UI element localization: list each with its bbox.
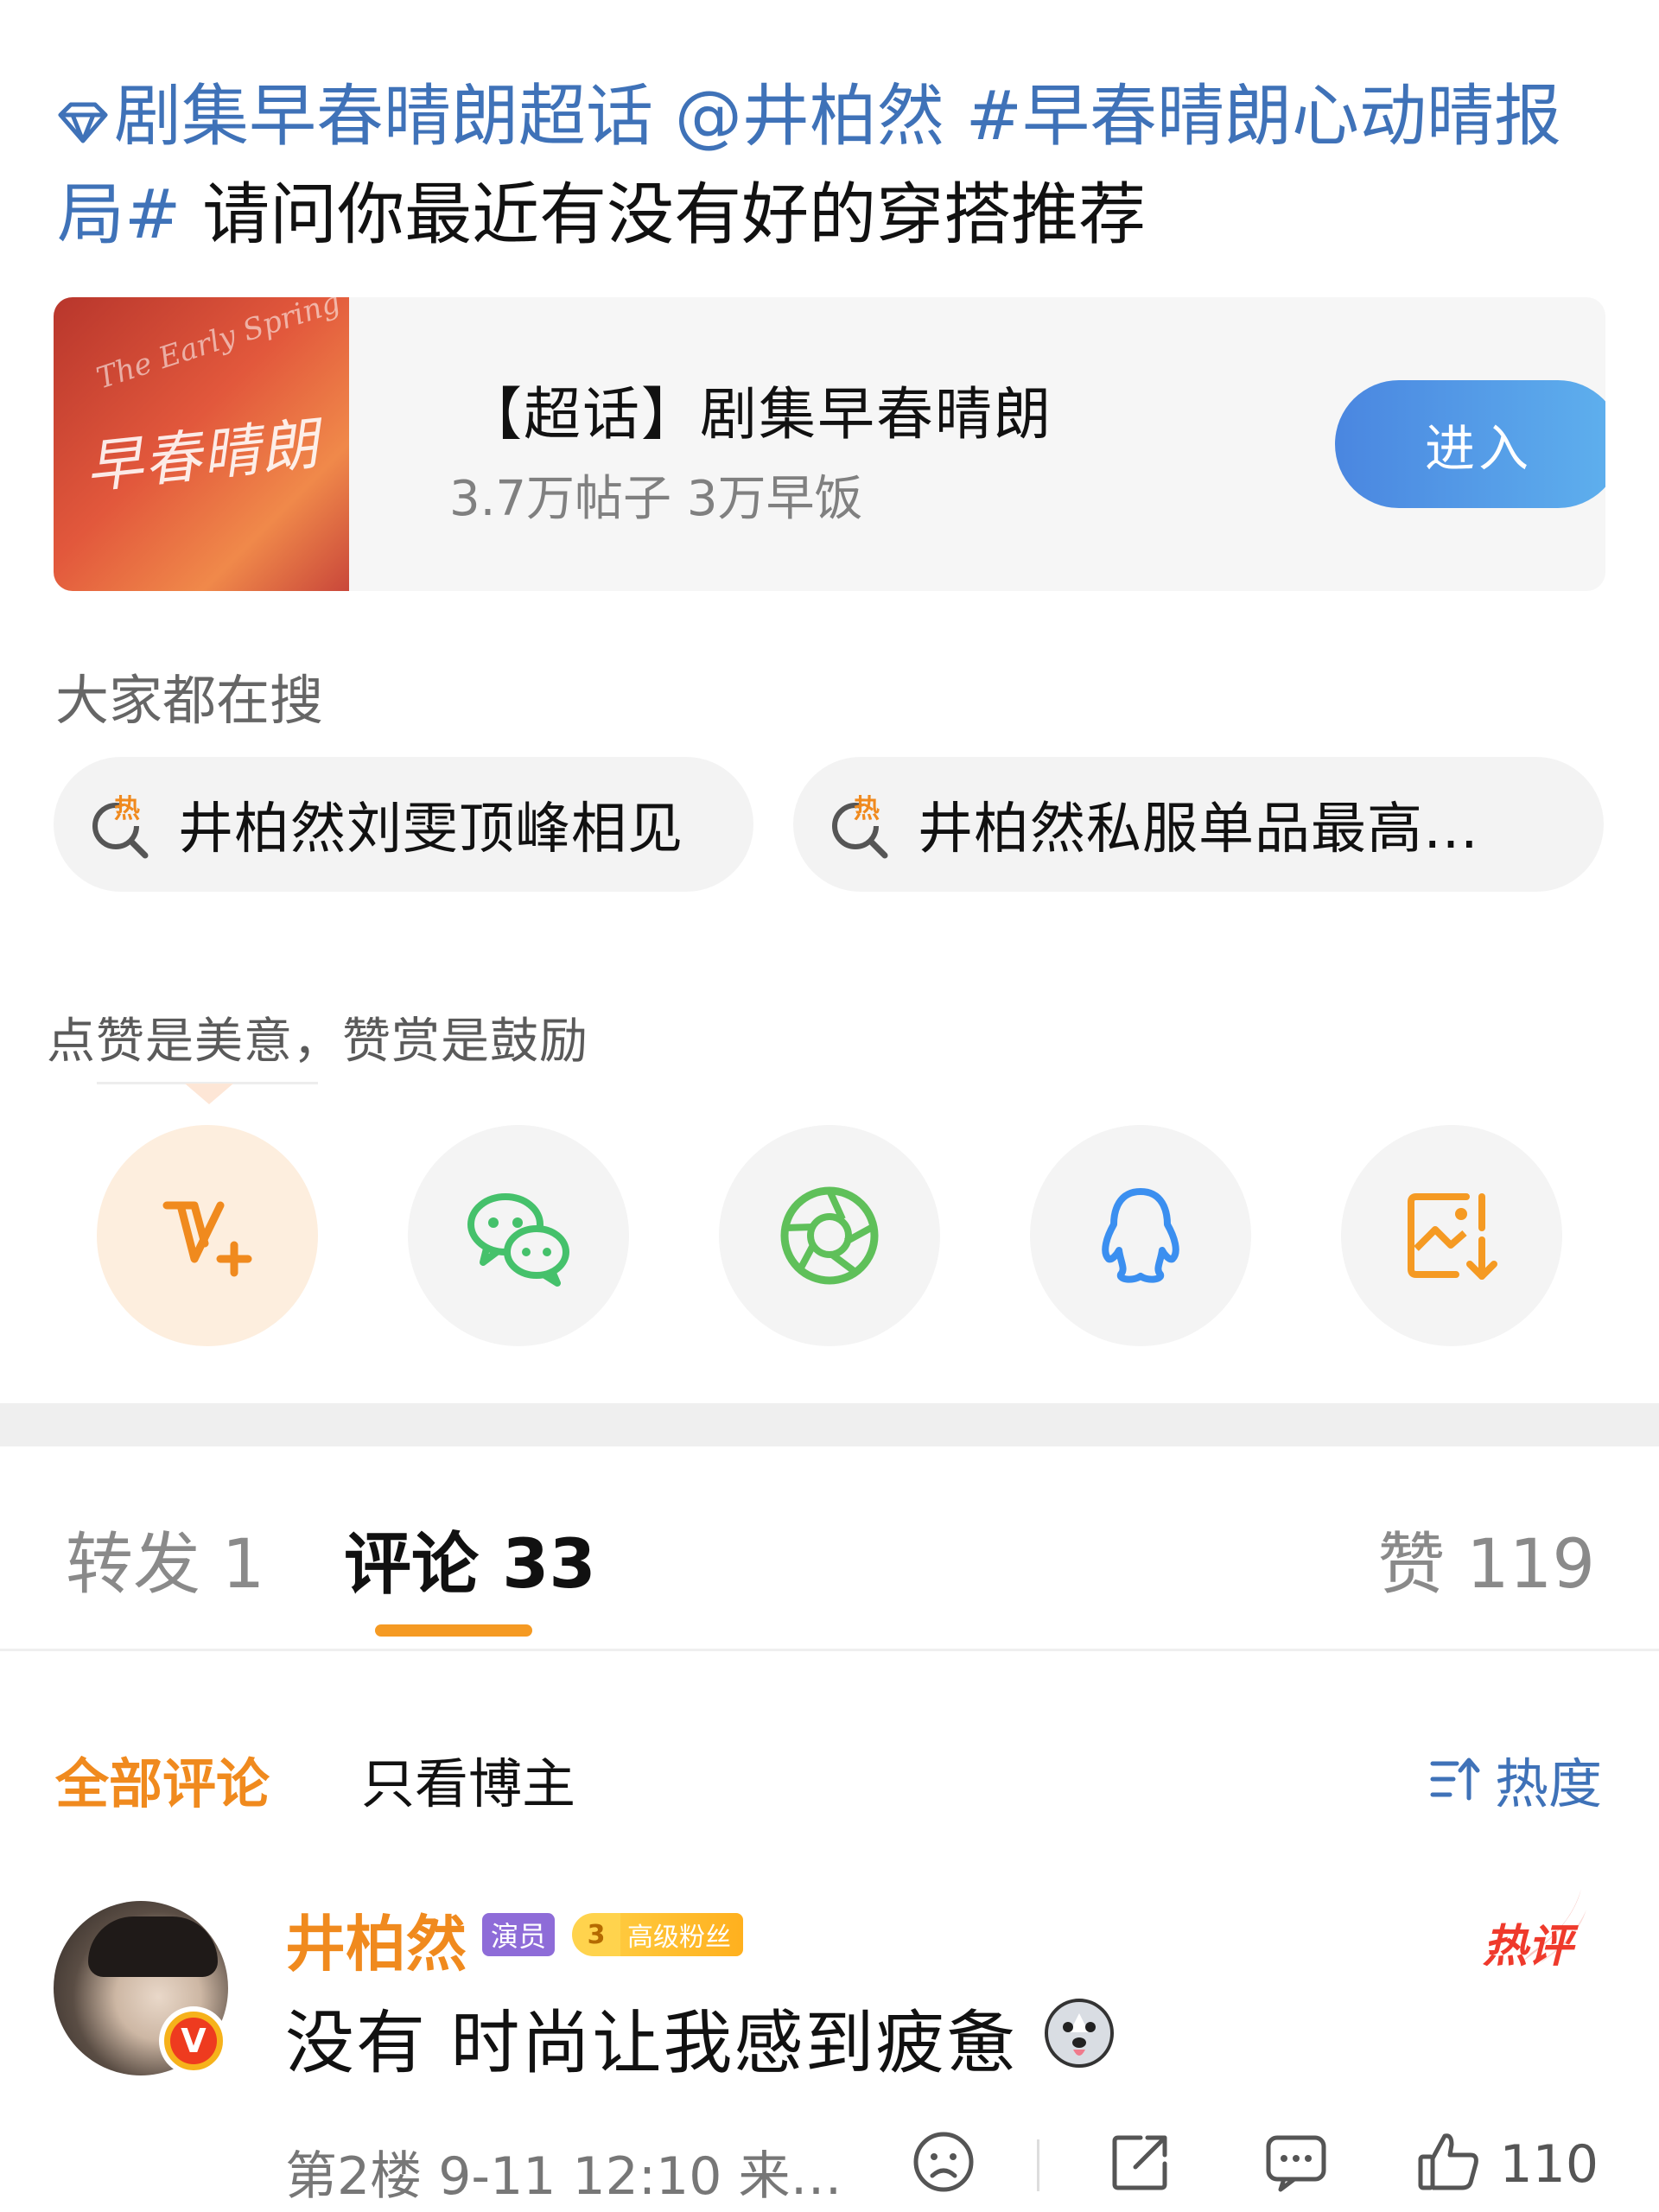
dislike-face-icon[interactable]: [909, 2127, 978, 2196]
vip-reward-button[interactable]: [97, 1125, 318, 1346]
search-chip-text: 井柏然刘雯顶峰相见: [178, 798, 683, 861]
diamond-icon: [58, 102, 108, 143]
role-badge: 演员: [482, 1913, 556, 1956]
tab-likes[interactable]: 赞 119: [1377, 1510, 1595, 1607]
post-body: 剧集早春晴朗超话 @井柏然 #早春晴朗心动晴报局# 请问你最近有没有好的穿搭推荐: [57, 67, 1612, 264]
husky-emoji-icon: [1045, 1999, 1114, 2068]
search-chip[interactable]: 热 井柏然私服单品最高…: [793, 757, 1604, 892]
hot-comment-text: 热评: [1483, 1921, 1573, 1973]
enter-button[interactable]: 进入: [1335, 380, 1605, 508]
cover-script: 早春晴朗: [82, 410, 323, 501]
weibo-post-page: 剧集早春晴朗超话 @井柏然 #早春晴朗心动晴报局# 请问你最近有没有好的穿搭推荐…: [0, 0, 1659, 2212]
super-topic-text: 剧集早春晴朗超话: [114, 78, 654, 156]
comment-meta: 第2楼 9-11 12:10 来…: [285, 2146, 842, 2207]
qq-icon: [1102, 1188, 1179, 1283]
tab-comments[interactable]: 评论 33: [344, 1510, 596, 1607]
sort-label: 热度: [1494, 1752, 1602, 1815]
vip-plus-icon: [162, 1201, 252, 1277]
mention-link[interactable]: @井柏然: [675, 78, 944, 156]
topic-stats: 3.7万帖子 3万早饭: [449, 471, 863, 527]
save-image-icon: [1408, 1193, 1497, 1280]
topic-cover-image: The Early Spring 早春晴朗: [54, 297, 349, 591]
fan-level-number: 3: [572, 1913, 620, 1956]
save-image-button[interactable]: [1341, 1125, 1562, 1346]
hot-comment-badge: 热评: [1471, 1884, 1592, 1979]
share-moments-button[interactable]: [719, 1125, 940, 1346]
avatar-hair: [88, 1916, 218, 1977]
comment-text: 没有 时尚让我感到疲惫: [285, 2003, 1018, 2083]
moments-icon: [780, 1186, 879, 1285]
filter-owner-only[interactable]: 只看博主: [361, 1740, 575, 1818]
tab-repost[interactable]: 转发 1: [66, 1510, 264, 1607]
topic-title: 【超话】剧集早春晴朗: [465, 381, 1052, 448]
sort-icon: [1430, 1758, 1480, 1801]
super-topic-card[interactable]: The Early Spring 早春晴朗 【超话】剧集早春晴朗 3.7万帖子 …: [54, 297, 1605, 591]
fan-level-label: 高级粉丝: [620, 1913, 743, 1956]
tip-arrow: [185, 1084, 233, 1104]
share-qq-button[interactable]: [1030, 1125, 1251, 1346]
share-icon[interactable]: [1106, 2127, 1175, 2196]
hot-search-icon: 热: [832, 794, 888, 859]
search-heading: 大家都在搜: [55, 669, 324, 732]
action-separator: [1037, 2139, 1039, 2191]
wechat-icon: [467, 1193, 569, 1287]
share-wechat-button[interactable]: [408, 1125, 629, 1346]
active-tab-indicator: [375, 1624, 532, 1637]
cover-small-script: The Early Spring: [92, 297, 345, 397]
post-text: 请问你最近有没有好的穿搭推荐: [202, 176, 1147, 254]
sort-button[interactable]: 热度: [1427, 1740, 1602, 1818]
fan-level-badge: 3 高级粉丝: [572, 1913, 743, 1956]
search-chip-text: 井柏然私服单品最高…: [918, 798, 1479, 861]
like-icon[interactable]: [1414, 2127, 1483, 2196]
search-chip[interactable]: 热 井柏然刘雯顶峰相见: [54, 757, 753, 892]
filter-all-comments[interactable]: 全部评论: [55, 1740, 270, 1818]
reward-tip: 点赞是美意，赞赏是鼓励: [47, 1014, 588, 1070]
section-divider: [0, 1403, 1659, 1446]
verified-badge: V: [159, 2006, 228, 2075]
svg-text:热: 热: [114, 794, 140, 824]
svg-text:热: 热: [854, 794, 880, 824]
comment-like-count: 110: [1499, 2134, 1599, 2195]
reply-icon[interactable]: [1262, 2127, 1331, 2196]
tab-border: [0, 1649, 1659, 1651]
super-topic-link[interactable]: 剧集早春晴朗超话: [57, 78, 653, 156]
verified-v-icon: V: [170, 2018, 217, 2064]
commenter-name[interactable]: 井柏然: [285, 1896, 467, 1983]
hot-search-icon: 热: [92, 794, 149, 859]
